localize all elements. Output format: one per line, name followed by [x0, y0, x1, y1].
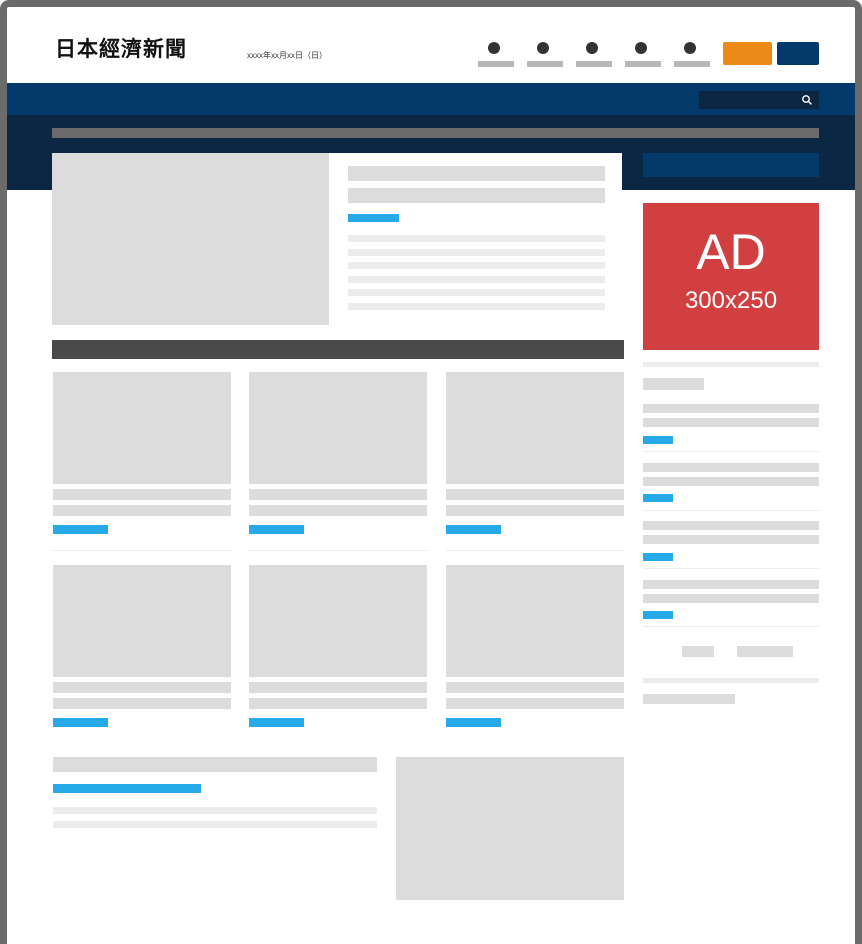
divider [643, 626, 819, 627]
nav-item-1-icon [488, 42, 500, 54]
nav-item-5-label [674, 61, 710, 67]
divider [249, 550, 427, 551]
article-title-line-2[interactable] [249, 505, 427, 516]
nav-item-4-label [625, 61, 661, 67]
article-title-line-1[interactable] [446, 682, 624, 693]
article-category-link[interactable] [446, 718, 501, 727]
article-category-link[interactable] [446, 525, 501, 534]
sidebar-item-title-line-2[interactable] [643, 535, 819, 544]
sidebar-header [643, 153, 819, 177]
article-thumbnail[interactable] [249, 372, 427, 484]
divider [643, 568, 819, 569]
ad-size-label: 300x250 [684, 287, 778, 314]
hero-summary-line-6 [348, 303, 605, 310]
hero-category-link[interactable] [348, 214, 399, 222]
sidebar-item-title-line-1[interactable] [643, 404, 819, 413]
sidebar-item-title-line-2[interactable] [643, 418, 819, 427]
current-date: xxxx年xx月xx日（日） [247, 51, 327, 60]
nav-item-5-icon [684, 42, 696, 54]
sidebar-item-title-line-1[interactable] [643, 463, 819, 472]
article-title-line-2[interactable] [446, 698, 624, 709]
sidebar-item-category[interactable] [643, 553, 673, 561]
article-category-link[interactable] [249, 525, 304, 534]
sidebar-item-title-line-1[interactable] [643, 580, 819, 589]
sidebar-section-title [643, 378, 704, 390]
sub-nav-placeholder[interactable] [52, 128, 819, 138]
article-category-link[interactable] [53, 525, 108, 534]
nav-item-4-icon [635, 42, 647, 54]
sidebar-item-category[interactable] [643, 436, 673, 444]
article-thumbnail[interactable] [53, 372, 231, 484]
hero-image[interactable] [52, 153, 329, 325]
article-title-line-1[interactable] [249, 682, 427, 693]
search-box[interactable] [699, 91, 819, 109]
sidebar-item-title-line-2[interactable] [643, 594, 819, 603]
article-thumbnail[interactable] [53, 565, 231, 677]
article-thumbnail[interactable] [446, 565, 624, 677]
sidebar-divider [643, 678, 819, 683]
article-title-line-1[interactable] [53, 489, 231, 500]
article-title-line-2[interactable] [53, 505, 231, 516]
sidebar-item-title-line-2[interactable] [643, 477, 819, 486]
hero-summary-line-1 [348, 235, 605, 242]
login-button[interactable] [777, 42, 819, 65]
divider [446, 550, 624, 551]
sidebar-divider [643, 362, 819, 367]
hero-summary-line-4 [348, 276, 605, 283]
nav-item-3-label [576, 61, 612, 67]
section-header-bar [52, 340, 624, 359]
sidebar-item-category[interactable] [643, 494, 673, 502]
nav-item-2-icon [537, 42, 549, 54]
nav-item-3-icon [586, 42, 598, 54]
ad-banner[interactable]: AD 300x250 [643, 203, 819, 350]
article-title-line-2[interactable] [53, 698, 231, 709]
hero-headline-line-2[interactable] [348, 188, 605, 203]
nav-item-2-label [527, 61, 563, 67]
article-thumbnail[interactable] [446, 372, 624, 484]
ad-label: AD [696, 224, 766, 280]
feature-summary-line-1 [53, 807, 377, 814]
sidebar-item-category[interactable] [643, 611, 673, 619]
hero-summary-line-5 [348, 289, 605, 296]
feature-summary-line-2 [53, 821, 377, 828]
article-title-line-1[interactable] [446, 489, 624, 500]
article-title-line-1[interactable] [53, 682, 231, 693]
divider [643, 510, 819, 511]
feature-category-link[interactable] [53, 784, 201, 793]
sidebar-footer-title [643, 694, 735, 704]
article-title-line-2[interactable] [446, 505, 624, 516]
divider [53, 550, 231, 551]
article-thumbnail[interactable] [249, 565, 427, 677]
subscribe-button[interactable] [723, 42, 772, 65]
article-category-link[interactable] [53, 718, 108, 727]
sidebar-tab-2[interactable] [737, 646, 793, 657]
article-title-line-1[interactable] [249, 489, 427, 500]
browser-frame: 日本經濟新聞 xxxx年xx月xx日（日） AD 300x250 [0, 0, 862, 944]
nav-item-1-label [478, 61, 514, 67]
divider [643, 451, 819, 452]
sidebar-tab-1[interactable] [682, 646, 714, 657]
sidebar-item-title-line-1[interactable] [643, 521, 819, 530]
search-icon[interactable] [801, 94, 813, 106]
feature-headline[interactable] [53, 757, 377, 772]
article-title-line-2[interactable] [249, 698, 427, 709]
site-logo[interactable]: 日本經濟新聞 [55, 33, 187, 63]
hero-summary-line-2 [348, 249, 605, 256]
hero-headline-line-1[interactable] [348, 166, 605, 181]
feature-image[interactable] [396, 757, 624, 900]
hero-summary-line-3 [348, 262, 605, 269]
article-category-link[interactable] [249, 718, 304, 727]
